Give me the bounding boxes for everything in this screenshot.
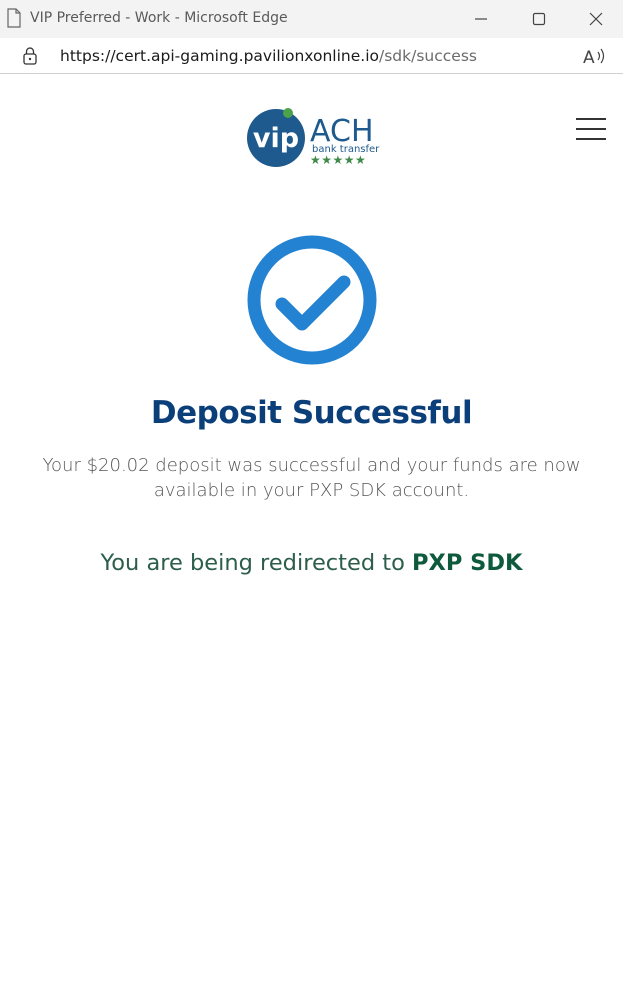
- logo-stars: ★★★★★: [310, 153, 366, 167]
- close-button[interactable]: [573, 0, 619, 38]
- svg-text:A: A: [583, 48, 595, 66]
- vip-ach-logo: vip ACH bank transfer ★★★★★: [247, 108, 380, 167]
- redirect-message: You are being redirected to PXP SDK: [0, 550, 623, 576]
- browser-title-bar: VIP Preferred - Work - Microsoft Edge: [0, 0, 623, 38]
- check-circle-icon: [247, 235, 377, 365]
- url-text[interactable]: https://cert.api-gaming.pavilionxonline.…: [60, 47, 477, 65]
- minimize-button[interactable]: [458, 0, 504, 38]
- redirect-prefix: You are being redirected to: [100, 550, 412, 576]
- maximize-button[interactable]: [516, 0, 562, 38]
- page-icon: [7, 8, 21, 28]
- minimize-icon: [475, 18, 487, 20]
- url-host: https://cert.api-gaming.pavilionxonline.…: [60, 47, 379, 65]
- maximize-icon: [532, 12, 546, 26]
- read-aloud-icon[interactable]: A: [582, 46, 606, 66]
- hamburger-menu-button[interactable]: [574, 118, 608, 142]
- url-path: /sdk/success: [379, 47, 477, 65]
- hamburger-menu-icon: [576, 138, 606, 140]
- logo-vip-text: vip: [253, 123, 299, 154]
- page-title: Deposit Successful: [150, 395, 473, 431]
- close-icon: [589, 12, 603, 26]
- deposit-message: Your $20.02 deposit was successful and y…: [42, 455, 581, 501]
- address-bar[interactable]: https://cert.api-gaming.pavilionxonline.…: [0, 38, 623, 74]
- lock-icon[interactable]: [22, 46, 38, 66]
- hamburger-menu-icon: [576, 118, 606, 120]
- hamburger-menu-icon: [576, 128, 606, 130]
- redirect-target: PXP SDK: [412, 550, 523, 576]
- window-title: VIP Preferred - Work - Microsoft Edge: [30, 10, 288, 26]
